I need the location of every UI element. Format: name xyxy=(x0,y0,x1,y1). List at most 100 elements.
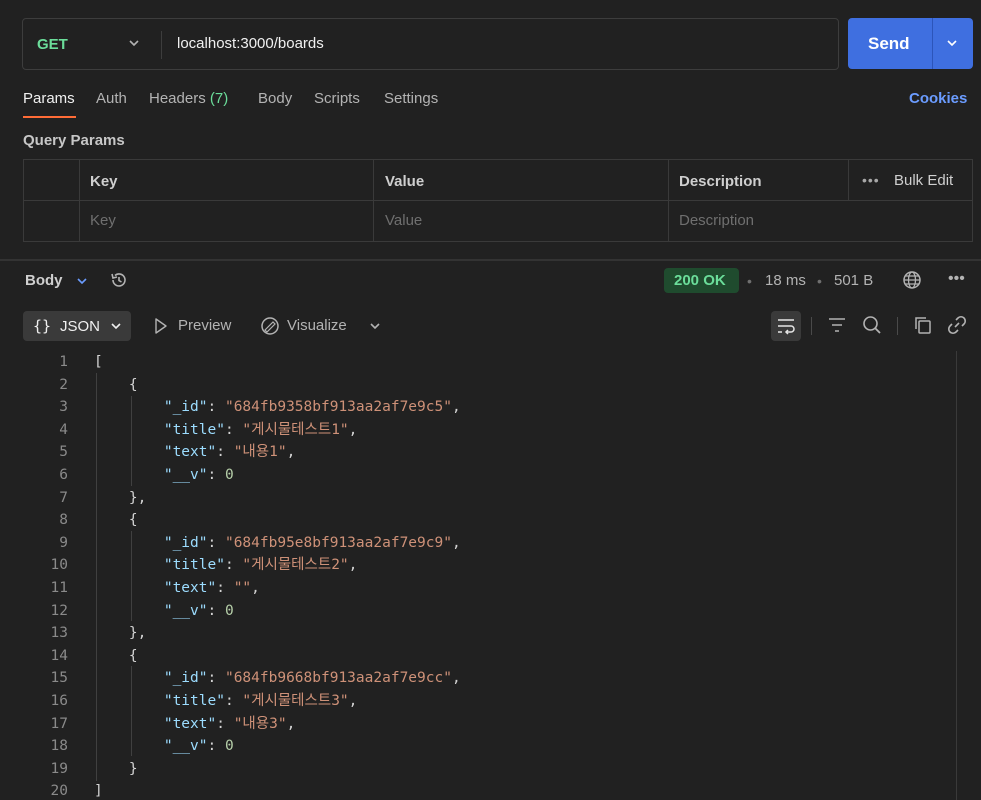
format-label: JSON xyxy=(60,318,101,335)
column-value: Value xyxy=(385,173,425,190)
line-number: 13 xyxy=(50,625,68,642)
code-text: "__v": 0 xyxy=(163,738,234,755)
code-text: "__v": 0 xyxy=(163,602,234,619)
column-key: Key xyxy=(90,173,118,190)
divider xyxy=(79,160,80,241)
visualize-button[interactable]: Visualize xyxy=(287,317,347,334)
tab-headers[interactable]: Headers (7) xyxy=(149,90,228,107)
braces-icon: {} xyxy=(33,317,52,335)
tab-headers-label: Headers xyxy=(149,90,206,107)
line-number: 18 xyxy=(50,738,68,755)
divider xyxy=(848,160,849,200)
code-text: "title": "게시물테스트1", xyxy=(163,421,358,438)
query-params-title: Query Params xyxy=(23,132,125,149)
line-number: 16 xyxy=(50,692,68,709)
code-text: "text": "내용1", xyxy=(163,444,296,461)
chevron-down-icon[interactable] xyxy=(945,36,959,50)
line-number: 19 xyxy=(50,760,68,777)
code-line: 13 }, xyxy=(0,622,960,645)
code-line: 1[ xyxy=(0,351,960,374)
code-text: "title": "게시물테스트3", xyxy=(163,692,358,709)
divider xyxy=(932,18,933,69)
search-icon[interactable] xyxy=(861,314,883,336)
chevron-down-icon[interactable] xyxy=(127,36,141,50)
scrollbar[interactable] xyxy=(956,351,957,800)
format-select[interactable]: {} JSON xyxy=(23,311,131,341)
line-number: 12 xyxy=(50,602,68,619)
method-select[interactable]: GET xyxy=(37,36,68,53)
send-label: Send xyxy=(868,34,910,53)
status-text: 200 OK xyxy=(674,272,726,289)
response-size[interactable]: 501 B xyxy=(834,272,873,289)
code-text: }, xyxy=(94,489,147,506)
code-line: 16 "title": "게시물테스트3", xyxy=(0,690,960,713)
code-text: "_id": "684fb9668bf913aa2af7e9cc", xyxy=(163,670,461,687)
code-text: "text": "", xyxy=(163,579,260,596)
tab-body[interactable]: Body xyxy=(258,90,292,107)
active-tab-indicator xyxy=(23,116,76,118)
code-line: 12 "__v": 0 xyxy=(0,600,960,623)
send-button[interactable]: Send xyxy=(848,18,973,69)
tab-settings[interactable]: Settings xyxy=(384,90,438,107)
more-icon[interactable]: ••• xyxy=(948,270,965,288)
separator-dot: • xyxy=(817,273,822,289)
chevron-down-icon xyxy=(111,323,121,330)
preview-button[interactable]: Preview xyxy=(178,317,231,334)
tab-auth[interactable]: Auth xyxy=(96,90,127,107)
filter-icon[interactable] xyxy=(826,314,848,336)
line-number: 8 xyxy=(59,512,68,529)
code-line: 9 "_id": "684fb95e8bf913aa2af7e9c9", xyxy=(0,532,960,555)
code-line: 3 "_id": "684fb9358bf913aa2af7e9c5", xyxy=(0,396,960,419)
response-body-label[interactable]: Body xyxy=(25,272,63,289)
line-number: 14 xyxy=(50,647,68,664)
separator-dot: • xyxy=(747,273,752,289)
description-input[interactable]: Description xyxy=(679,212,754,229)
code-line: 8 { xyxy=(0,509,960,532)
pane-divider[interactable] xyxy=(0,259,981,261)
code-line: 7 }, xyxy=(0,487,960,510)
play-icon[interactable] xyxy=(153,317,169,335)
code-text: { xyxy=(94,512,138,529)
divider xyxy=(668,160,669,241)
code-line: 18 "__v": 0 xyxy=(0,735,960,758)
history-icon[interactable] xyxy=(109,270,129,290)
tab-scripts[interactable]: Scripts xyxy=(314,90,360,107)
column-description: Description xyxy=(679,173,762,190)
code-text: { xyxy=(94,376,138,393)
visualize-icon[interactable] xyxy=(259,315,281,337)
divider xyxy=(811,317,812,335)
line-number: 7 xyxy=(59,489,68,506)
link-icon[interactable] xyxy=(946,314,968,336)
key-input[interactable]: Key xyxy=(90,212,116,229)
bulk-edit-button[interactable]: Bulk Edit xyxy=(894,172,953,189)
chevron-down-icon[interactable] xyxy=(368,319,382,333)
wrap-lines-button[interactable] xyxy=(771,311,801,341)
code-line: 5 "text": "내용1", xyxy=(0,441,960,464)
code-text: ] xyxy=(94,783,103,800)
line-number: 3 xyxy=(59,399,68,416)
line-number: 6 xyxy=(59,466,68,483)
line-number: 20 xyxy=(50,783,68,800)
globe-icon[interactable] xyxy=(902,270,922,290)
response-time[interactable]: 18 ms xyxy=(765,272,806,289)
more-icon[interactable]: ••• xyxy=(862,172,880,188)
tab-params[interactable]: Params xyxy=(23,90,75,107)
code-text: { xyxy=(94,647,138,664)
response-code-viewer[interactable]: 1[2 {3 "_id": "684fb9358bf913aa2af7e9c5"… xyxy=(0,351,960,800)
code-text: "_id": "684fb95e8bf913aa2af7e9c9", xyxy=(163,534,461,551)
code-line: 2 { xyxy=(0,374,960,397)
code-text: [ xyxy=(94,354,103,370)
code-line: 15 "_id": "684fb9668bf913aa2af7e9cc", xyxy=(0,667,960,690)
code-text: "_id": "684fb9358bf913aa2af7e9c5", xyxy=(163,399,461,416)
status-badge[interactable]: 200 OK xyxy=(664,268,739,293)
url-input[interactable]: localhost:3000/boards xyxy=(177,35,324,52)
chevron-down-icon[interactable] xyxy=(75,274,89,288)
code-text: "title": "게시물테스트2", xyxy=(163,557,358,574)
cookies-link[interactable]: Cookies xyxy=(909,90,967,107)
code-line: 10 "title": "게시물테스트2", xyxy=(0,554,960,577)
code-text: } xyxy=(94,760,138,777)
value-input[interactable]: Value xyxy=(385,212,422,229)
line-number: 5 xyxy=(59,444,68,461)
code-line: 14 { xyxy=(0,645,960,668)
copy-icon[interactable] xyxy=(912,314,934,336)
